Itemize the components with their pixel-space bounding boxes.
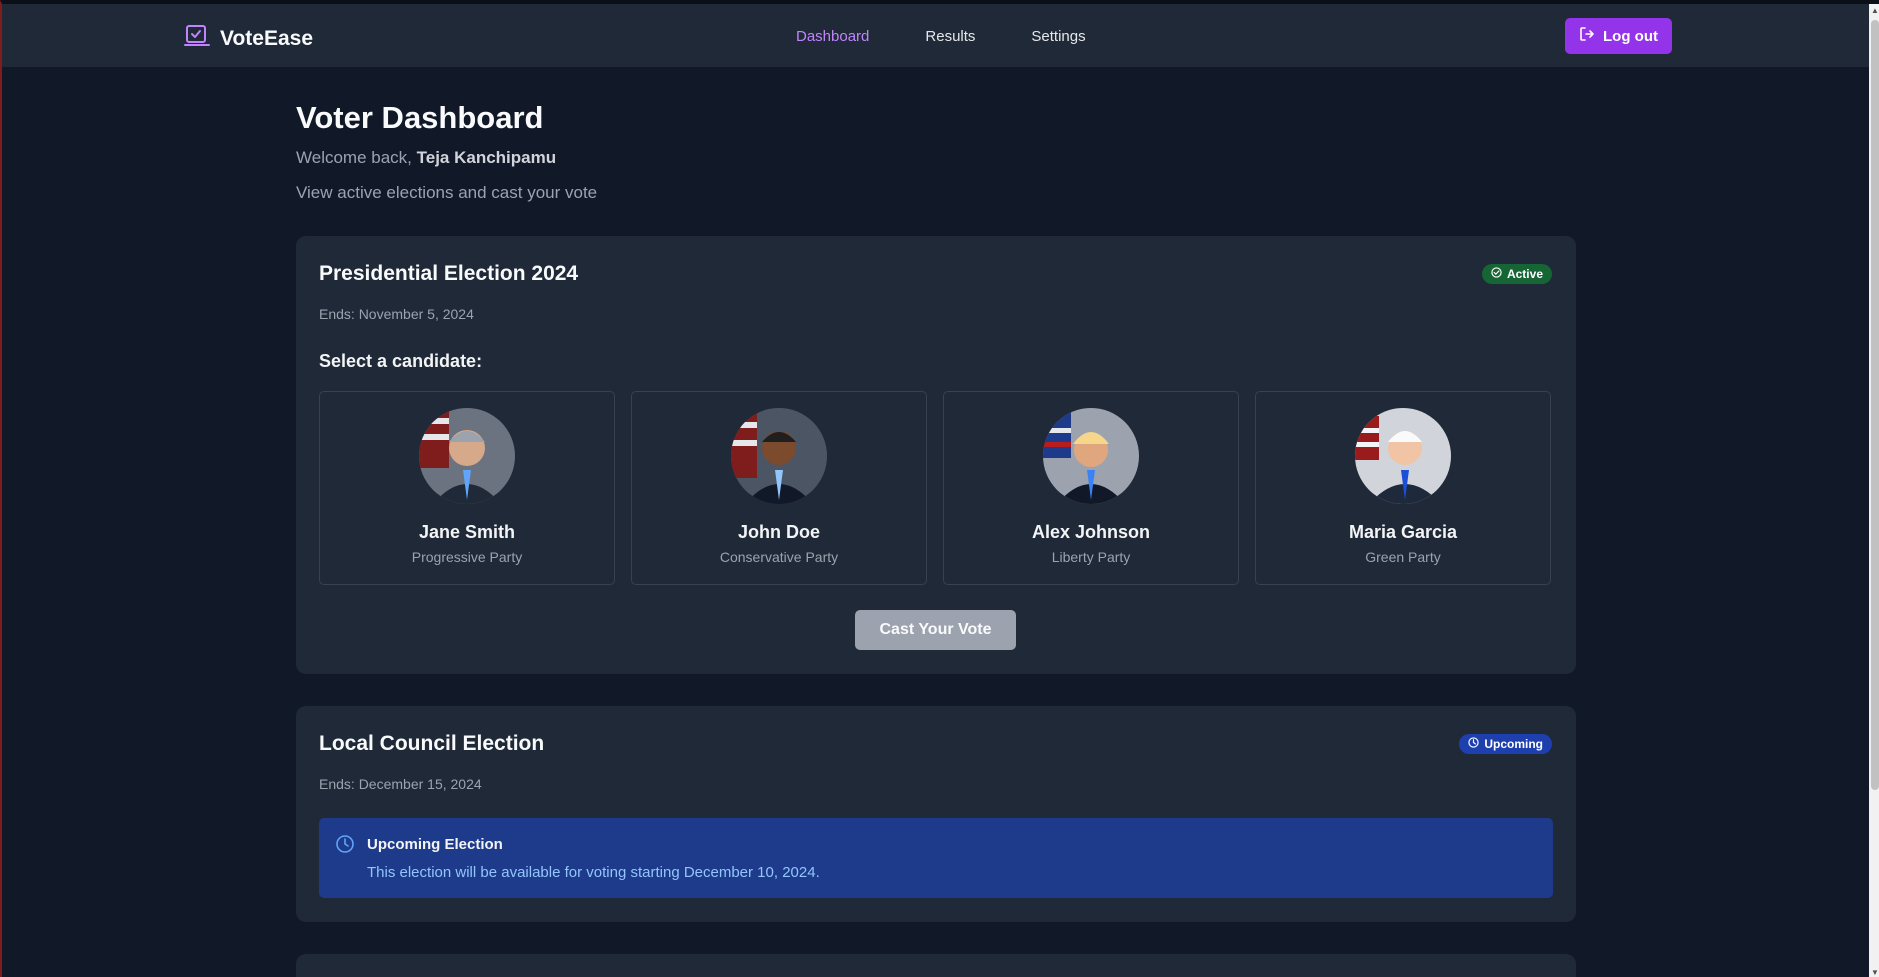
page-title: Voter Dashboard bbox=[296, 100, 544, 135]
page-scrollbar[interactable]: ▲ ▼ bbox=[1869, 4, 1879, 977]
logout-icon bbox=[1579, 26, 1595, 46]
candidate-card[interactable]: Maria Garcia Green Party bbox=[1255, 391, 1551, 585]
scroll-up-arrow-icon[interactable]: ▲ bbox=[1871, 6, 1879, 16]
scrollbar-thumb[interactable] bbox=[1871, 20, 1879, 790]
ballot-check-icon bbox=[184, 24, 210, 53]
status-badge-upcoming: Upcoming bbox=[1459, 734, 1552, 754]
candidate-photo bbox=[1043, 408, 1139, 504]
status-label: Upcoming bbox=[1484, 737, 1543, 751]
page-subtitle: View active elections and cast your vote bbox=[296, 183, 598, 202]
candidate-list: Jane Smith Progressive Party John Doe Co… bbox=[319, 391, 1551, 585]
candidate-name: Jane Smith bbox=[418, 522, 516, 542]
upcoming-notice: Upcoming Election This election will be … bbox=[319, 818, 1553, 898]
candidate-party: Green Party bbox=[1365, 549, 1441, 565]
nav-dashboard[interactable]: Dashboard bbox=[796, 28, 869, 45]
candidate-photo bbox=[1355, 408, 1451, 504]
page-header: Voter Dashboard Welcome back, Teja Kanch… bbox=[296, 100, 597, 203]
user-name: Teja Kanchipamu bbox=[416, 148, 557, 167]
candidate-name: Maria Garcia bbox=[1348, 522, 1458, 542]
clock-icon bbox=[335, 834, 355, 859]
notice-title: Upcoming Election bbox=[367, 836, 503, 853]
election-title: Local Council Election bbox=[319, 732, 545, 755]
select-candidate-label: Select a candidate: bbox=[319, 351, 483, 371]
welcome-prefix: Welcome back, bbox=[296, 148, 417, 167]
nav-settings[interactable]: Settings bbox=[1031, 28, 1085, 45]
candidate-party: Liberty Party bbox=[1051, 549, 1131, 565]
candidate-card[interactable]: John Doe Conservative Party bbox=[631, 391, 927, 585]
nav-links: Dashboard Results Settings bbox=[796, 28, 1086, 45]
candidate-photo bbox=[731, 408, 827, 504]
notice-text: This election will be available for voti… bbox=[367, 864, 820, 881]
brand[interactable]: VoteEase bbox=[184, 24, 313, 53]
election-card-partial bbox=[296, 954, 1576, 977]
status-badge-active: Active bbox=[1481, 264, 1552, 284]
candidate-name: John Doe bbox=[737, 522, 820, 542]
election-end-date: Ends: December 15, 2024 bbox=[319, 776, 482, 792]
scroll-down-arrow-icon[interactable]: ▼ bbox=[1871, 968, 1879, 977]
nav-results[interactable]: Results bbox=[925, 28, 975, 45]
brand-name: VoteEase bbox=[220, 26, 313, 50]
election-title: Presidential Election 2024 bbox=[319, 262, 579, 285]
election-card-local-council: Local Council Election Upcoming Ends: De… bbox=[296, 706, 1576, 922]
welcome-message: Welcome back, Teja Kanchipamu bbox=[296, 148, 597, 168]
election-end-date: Ends: November 5, 2024 bbox=[319, 306, 474, 322]
top-navbar: VoteEase Dashboard Results Settings Log … bbox=[2, 4, 1869, 68]
check-circle-icon bbox=[1491, 267, 1502, 281]
clock-icon bbox=[1468, 737, 1480, 751]
candidate-party: Progressive Party bbox=[411, 549, 523, 565]
election-card-presidential: Presidential Election 2024 Active Ends: … bbox=[296, 236, 1576, 674]
cast-vote-button[interactable]: Cast Your Vote bbox=[855, 610, 1016, 650]
logout-label: Log out bbox=[1603, 27, 1658, 45]
candidate-card[interactable]: Alex Johnson Liberty Party bbox=[943, 391, 1239, 585]
candidate-name: Alex Johnson bbox=[1031, 522, 1151, 542]
candidate-party: Conservative Party bbox=[719, 549, 839, 565]
candidate-card[interactable]: Jane Smith Progressive Party bbox=[319, 391, 615, 585]
status-label: Active bbox=[1506, 267, 1543, 281]
logout-button[interactable]: Log out bbox=[1565, 18, 1672, 54]
candidate-photo bbox=[419, 408, 515, 504]
